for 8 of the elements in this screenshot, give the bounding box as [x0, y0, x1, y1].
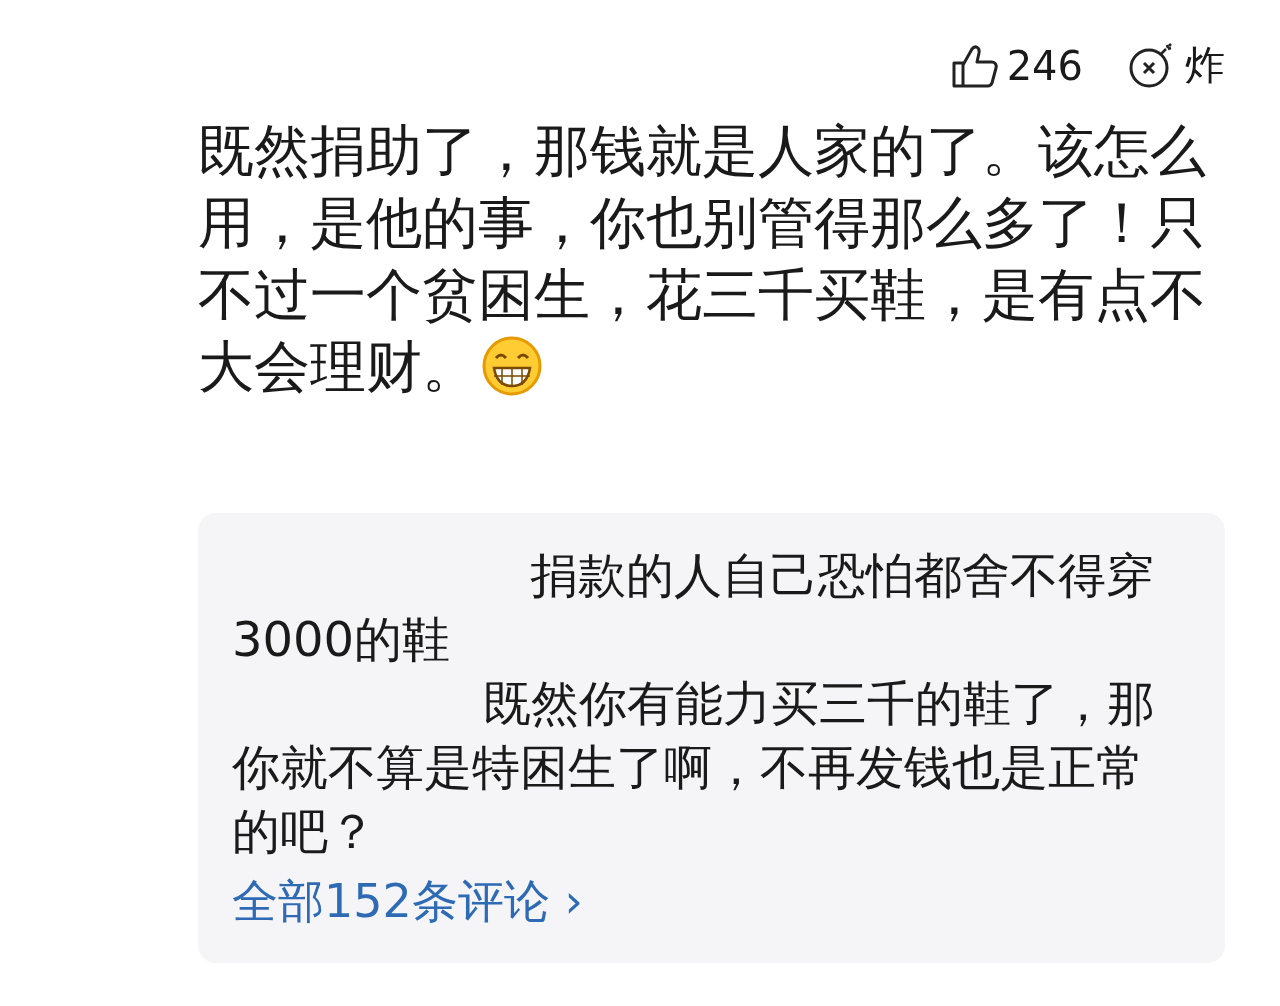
grin-emoji-icon: [482, 336, 542, 396]
reply-text: 捐款的人自己恐怕都舍不得穿3000的鞋: [232, 546, 1155, 669]
reply-text: 既然你有能力买三千的鞋了，那你就不算是特困生了啊，不再发钱也是正常的吧？: [232, 674, 1156, 861]
comment-text: 既然捐助了，那钱就是人家的了。该怎么用，是他的事，你也别管得那么多了！只不过一个贫困生，花三千买鞋，是有点不大会理财。: [198, 117, 1207, 401]
action-button[interactable]: 炸: [1127, 38, 1225, 93]
action-button[interactable]: 246: [950, 38, 1083, 93]
all-comments-link[interactable]: 全部152条评论 ›: [232, 871, 583, 933]
thumbs-up-icon: [950, 42, 999, 89]
